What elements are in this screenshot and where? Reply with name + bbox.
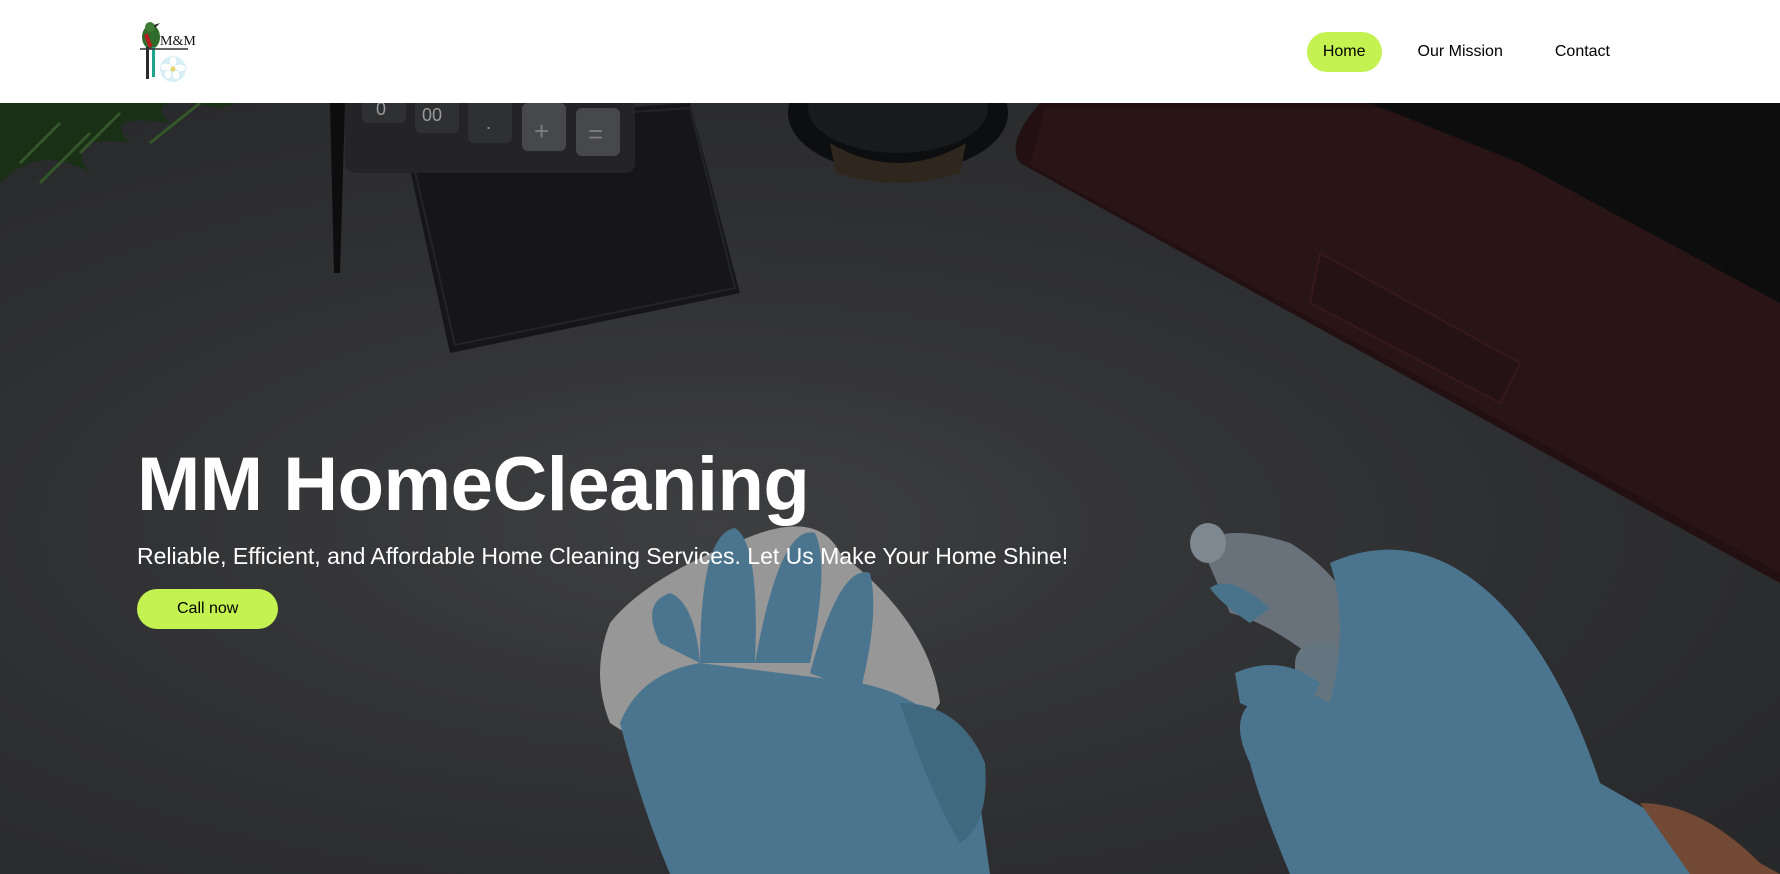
bird-logo-icon: M&M xyxy=(140,21,196,82)
nav-home[interactable]: Home xyxy=(1306,31,1382,72)
main-nav: Home Our Mission Contact xyxy=(1306,31,1626,72)
site-header: M&M Home Our Mission Contact xyxy=(0,0,1780,103)
call-now-button[interactable]: Call now xyxy=(137,589,279,629)
hero-section: 0 00 . + = MM HomeCleaning Reliable, Eff… xyxy=(0,103,1780,874)
hero-content: MM HomeCleaning Reliable, Efficient, and… xyxy=(137,443,1068,629)
brand-logo[interactable]: M&M xyxy=(136,17,198,87)
nav-our-mission[interactable]: Our Mission xyxy=(1402,32,1519,72)
hero-title: MM HomeCleaning xyxy=(137,442,810,527)
nav-contact[interactable]: Contact xyxy=(1539,32,1626,72)
logo-text: M&M xyxy=(160,34,196,49)
hero-subtitle: Reliable, Efficient, and Affordable Home… xyxy=(137,543,1069,569)
